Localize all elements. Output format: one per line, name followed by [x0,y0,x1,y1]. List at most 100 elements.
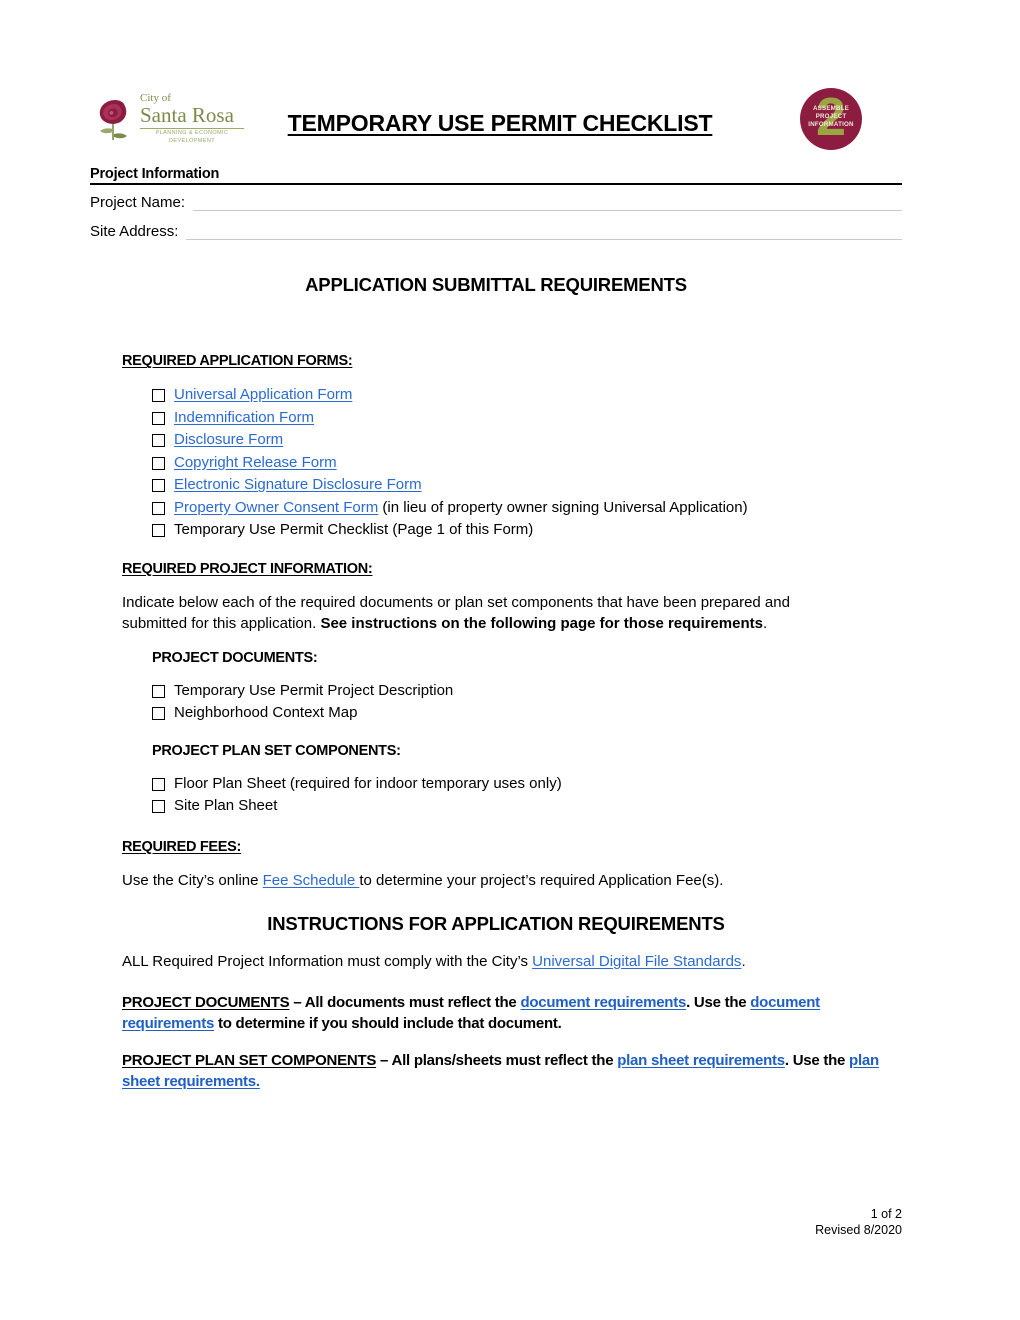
document-page: City of Santa Rosa PLANNING & ECONOMIC D… [0,0,1020,1320]
link-property-owner-consent-form[interactable]: Property Owner Consent Form [174,499,378,516]
checkbox-floor-plan-sheet[interactable] [152,777,165,791]
project-plan-set-components-subsection: PROJECT PLAN SET COMPONENTS: Floor Plan … [122,743,902,818]
required-fees-text: Use the City’s online Fee Schedule to de… [122,870,902,891]
list-item[interactable]: Universal Application Form [152,384,902,407]
logo-department-line1: PLANNING & ECONOMIC [155,130,229,136]
page-content: City of Santa Rosa PLANNING & ECONOMIC D… [90,0,902,1092]
link-universal-digital-file-standards[interactable]: Universal Digital File Standards [532,953,741,970]
checkbox-indemnification-form[interactable] [152,411,165,425]
project-information-label: Project Information [90,166,220,182]
list-item[interactable]: Copyright Release Form [152,452,902,475]
instructions-project-documents-paragraph: PROJECT DOCUMENTS – All documents must r… [122,992,884,1034]
required-project-information-intro: Indicate below each of the required docu… [122,592,836,634]
documents-part3: to determine if you should include that … [214,1014,562,1032]
step-badge-line1: ASSEMBLE [813,105,849,112]
site-address-input[interactable] [186,226,902,241]
instructions-intro: ALL Required Project Information must co… [122,951,902,972]
checkbox-site-plan-sheet[interactable] [152,800,165,814]
list-item-label: Copyright Release Form [174,452,337,475]
instructions-heading: INSTRUCTIONS FOR APPLICATION REQUIREMENT… [267,912,725,934]
list-item-label: Temporary Use Permit Project Description [174,681,454,699]
logo-department-line2: DEVELOPMENT [169,138,215,144]
submittal-requirements-heading: APPLICATION SUBMITTAL REQUIREMENTS [305,274,687,296]
project-plan-set-components-heading: PROJECT PLAN SET COMPONENTS: [152,742,401,759]
list-item[interactable]: Electronic Signature Disclosure Form [152,474,902,497]
checkbox-copyright-release-form[interactable] [152,456,165,470]
list-item-label: Electronic Signature Disclosure Form [174,474,422,497]
project-name-label: Project Name: [90,194,186,212]
project-name-input[interactable] [193,197,902,212]
list-item-label: Floor Plan Sheet (required for indoor te… [174,774,562,792]
checkbox-neighborhood-context-map[interactable] [152,707,165,721]
page-footer: 1 of 2 Revised 8/2020 [815,1206,902,1238]
step-badge-line2: PROJECT [815,113,847,120]
list-item-label: Universal Application Form [174,384,352,407]
list-item[interactable]: Neighborhood Context Map [152,702,902,725]
project-plan-set-components-list: Floor Plan Sheet (required for indoor te… [152,773,902,818]
list-item[interactable]: Temporary Use Permit Checklist (Page 1 o… [152,519,902,542]
instructions-project-documents-label: PROJECT DOCUMENTS [122,993,290,1011]
planset-part2: . Use the [784,1051,850,1069]
logo-divider [140,128,244,129]
list-item[interactable]: Disclosure Form [152,429,902,452]
required-fees-heading: REQUIRED FEES: [122,838,242,855]
documents-part1: – All documents must reflect the [289,993,521,1011]
step-badge-line3: INFORMATION [808,121,854,128]
city-of-santa-rosa-logo: City of Santa Rosa PLANNING & ECONOMIC D… [90,90,248,152]
link-plan-sheet-requirements-1[interactable]: plan sheet requirements [617,1052,785,1069]
list-item-label: Property Owner Consent Form (in lieu of … [174,497,748,520]
list-item-label: Disclosure Form [174,429,283,452]
list-item-label: Temporary Use Permit Checklist (Page 1 o… [174,521,534,539]
link-disclosure-form[interactable]: Disclosure Form [174,431,283,448]
project-information-rule [90,183,902,186]
list-item[interactable]: Site Plan Sheet [152,795,902,818]
checkbox-temporary-use-permit-project-description[interactable] [152,684,165,698]
site-address-row: Site Address: [90,223,902,241]
project-information-section: Project Information Project Name: Site A… [90,166,902,241]
list-item[interactable]: Temporary Use Permit Project Description [152,680,902,703]
logo-city-name: Santa Rosa [140,103,234,127]
document-header: City of Santa Rosa PLANNING & ECONOMIC D… [90,88,902,166]
documents-part2: . Use the [686,993,751,1011]
project-documents-subsection: PROJECT DOCUMENTS: Temporary Use Permit … [122,650,902,725]
required-application-forms-heading: REQUIRED APPLICATION FORMS: [122,353,353,370]
instructions-plan-set-label: PROJECT PLAN SET COMPONENTS [122,1051,377,1069]
checkbox-property-owner-consent-form[interactable] [152,501,165,515]
list-item-label: Indemnification Form [174,407,314,430]
required-application-forms-section: REQUIRED APPLICATION FORMS: Universal Ap… [90,352,902,542]
project-documents-heading: PROJECT DOCUMENTS: [152,649,318,666]
checkbox-disclosure-form[interactable] [152,434,165,448]
step-badge: 2 ASSEMBLE PROJECT INFORMATION [800,88,862,150]
checkbox-temporary-use-permit-checklist[interactable] [152,524,165,538]
link-document-requirements-1[interactable]: document requirements [520,994,686,1011]
checkbox-electronic-signature-disclosure-form[interactable] [152,479,165,493]
instructions-intro-before: ALL Required Project Information must co… [122,952,533,970]
list-item[interactable]: Floor Plan Sheet (required for indoor te… [152,773,902,796]
link-copyright-release-form[interactable]: Copyright Release Form [174,454,337,471]
list-item-label: Neighborhood Context Map [174,704,358,722]
list-item[interactable]: Property Owner Consent Form (in lieu of … [152,497,902,520]
project-documents-list: Temporary Use Permit Project Description… [152,680,902,725]
required-project-information-heading: REQUIRED PROJECT INFORMATION: [122,560,373,577]
checkbox-universal-application-form[interactable] [152,389,165,403]
link-fee-schedule[interactable]: Fee Schedule [263,872,360,889]
required-fees-section: REQUIRED FEES: Use the City’s online Fee… [90,838,902,891]
intro-end-text: . [763,614,768,632]
required-application-forms-list: Universal Application Form Indemnificati… [122,384,902,542]
fees-text-before: Use the City’s online [122,871,263,889]
page-number: 1 of 2 [870,1207,902,1221]
instructions-section: ALL Required Project Information must co… [90,951,902,1092]
instructions-plan-set-paragraph: PROJECT PLAN SET COMPONENTS – All plans/… [122,1050,884,1092]
required-project-information-section: REQUIRED PROJECT INFORMATION: Indicate b… [90,560,902,818]
project-name-row: Project Name: [90,194,902,212]
step-badge-label: ASSEMBLE PROJECT INFORMATION [800,105,862,129]
list-item[interactable]: Indemnification Form [152,407,902,430]
link-indemnification-form[interactable]: Indemnification Form [174,409,314,426]
instructions-intro-after: . [741,952,746,970]
property-owner-consent-note: (in lieu of property owner signing Unive… [378,498,748,516]
intro-bold-text: See instructions on the following page f… [320,614,763,632]
planset-part1: – All plans/sheets must reflect the [376,1051,618,1069]
rose-icon [99,100,127,140]
link-universal-application-form[interactable]: Universal Application Form [174,386,352,403]
link-electronic-signature-disclosure-form[interactable]: Electronic Signature Disclosure Form [174,476,422,493]
